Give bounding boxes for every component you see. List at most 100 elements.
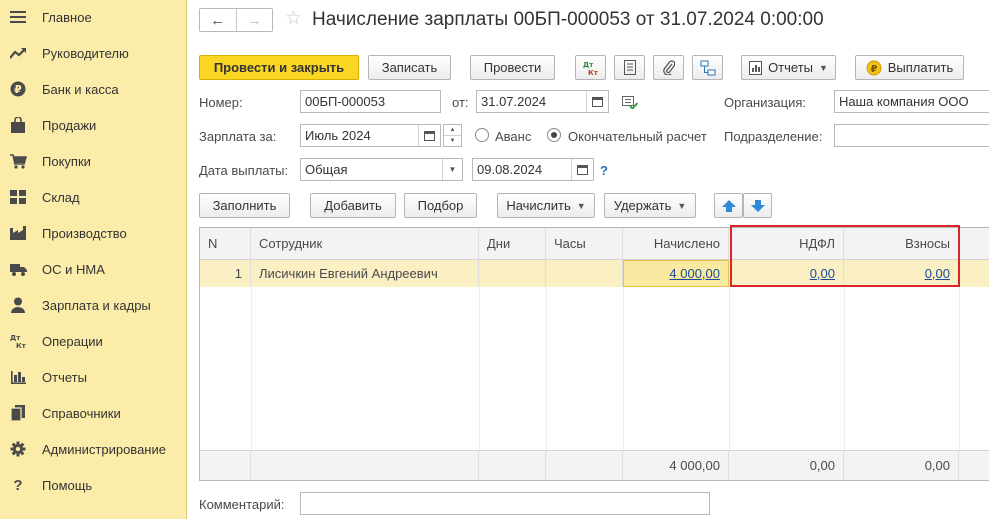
sidebar-item-main[interactable]: Главное xyxy=(0,0,187,35)
sidebar-item-reports[interactable]: Отчеты xyxy=(0,359,187,395)
sidebar-item-production[interactable]: Производство xyxy=(0,215,187,251)
bar-chart-icon xyxy=(9,368,27,386)
column-header-n[interactable]: N xyxy=(200,228,251,259)
sidebar-item-salary[interactable]: Зарплата и кадры xyxy=(0,287,187,323)
organization-label: Организация: xyxy=(724,95,807,110)
total-ndfl: 0,00 xyxy=(729,451,844,480)
column-divider xyxy=(844,287,845,450)
sidebar-item-label: Администрирование xyxy=(42,441,166,457)
sidebar-item-label: Операции xyxy=(42,333,103,349)
sidebar-item-warehouse[interactable]: Склад xyxy=(0,179,187,215)
sidebar-item-manager[interactable]: Руководителю xyxy=(0,35,187,71)
back-button[interactable]: ← xyxy=(200,9,236,31)
organization-field[interactable]: Наша компания ООО xyxy=(834,90,989,113)
period-spinner[interactable]: ▲ ▼ xyxy=(443,124,462,147)
post-and-close-button[interactable]: Провести и закрыть xyxy=(199,55,359,80)
svg-text:Дт: Дт xyxy=(10,334,21,342)
caret-down-icon: ▼ xyxy=(819,62,828,73)
calendar-icon[interactable] xyxy=(418,125,440,146)
post-button[interactable]: Провести xyxy=(470,55,555,80)
footer-cell xyxy=(546,451,623,480)
withhold-label: Удержать xyxy=(613,198,672,213)
hours-cell[interactable] xyxy=(546,260,623,287)
sidebar-item-purchases[interactable]: Покупки xyxy=(0,143,187,179)
structure-button[interactable] xyxy=(692,55,723,80)
svg-text:Кт: Кт xyxy=(16,342,26,349)
save-button[interactable]: Записать xyxy=(368,55,451,80)
department-field[interactable] xyxy=(834,124,989,147)
number-field[interactable]: 00БП-000053 xyxy=(300,90,441,113)
add-button[interactable]: Добавить xyxy=(310,193,396,218)
sidebar-item-admin[interactable]: Администрирование xyxy=(0,431,187,467)
ruble-coin-icon: ₽ xyxy=(866,60,882,75)
warehouse-icon xyxy=(9,188,27,206)
pay-date-field[interactable]: 09.08.2024 xyxy=(472,158,594,181)
date-field[interactable]: 31.07.2024 xyxy=(476,90,609,113)
document-list-icon xyxy=(623,60,636,75)
employee-cell[interactable]: Лисичкин Евгений Андреевич xyxy=(251,260,479,287)
column-divider xyxy=(623,287,624,450)
payment-type-select[interactable]: Общая ▼ xyxy=(300,158,463,181)
page-title: Начисление зарплаты 00БП-000053 от 31.07… xyxy=(312,9,824,30)
column-header-days[interactable]: Дни xyxy=(479,228,546,259)
reports-dropdown[interactable]: Отчеты ▼ xyxy=(741,55,836,80)
history-nav: ← → xyxy=(199,8,273,32)
column-header-hours[interactable]: Часы xyxy=(546,228,623,259)
spin-down-icon[interactable]: ▼ xyxy=(444,136,461,146)
row-number: 1 xyxy=(200,260,251,287)
sidebar-item-label: Производство xyxy=(42,225,127,241)
sidebar-item-label: Руководителю xyxy=(42,45,129,61)
sidebar-item-bank[interactable]: ₽ Банк и касса xyxy=(0,71,187,107)
column-header-employee[interactable]: Сотрудник xyxy=(251,228,479,259)
sidebar-item-help[interactable]: ? Помощь xyxy=(0,467,187,503)
help-icon[interactable]: ? xyxy=(600,163,608,179)
svg-text:₽: ₽ xyxy=(14,83,22,96)
advance-label: Аванс xyxy=(495,129,532,144)
sidebar-item-catalogs[interactable]: Справочники xyxy=(0,395,187,431)
pay-date-label: Дата выплаты: xyxy=(199,163,289,178)
document-status-icon[interactable] xyxy=(622,96,638,109)
final-payment-radio[interactable] xyxy=(547,128,561,142)
withhold-dropdown[interactable]: Удержать ▼ xyxy=(604,193,696,218)
sidebar-item-label: Покупки xyxy=(42,153,91,169)
days-cell[interactable] xyxy=(479,260,546,287)
accrued-link[interactable]: 4 000,00 xyxy=(669,266,720,281)
move-up-button[interactable] xyxy=(714,193,743,218)
accrued-cell[interactable]: 4 000,00 xyxy=(623,260,729,287)
salary-period-value: Июль 2024 xyxy=(305,128,371,143)
comment-field[interactable] xyxy=(300,492,710,515)
favorite-star-icon[interactable]: ☆ xyxy=(285,8,302,30)
dt-kt-button[interactable]: Дт Кт xyxy=(575,55,606,80)
column-divider xyxy=(959,287,960,450)
question-icon: ? xyxy=(13,476,23,494)
salary-period-field[interactable]: Июль 2024 xyxy=(300,124,441,147)
fill-button[interactable]: Заполнить xyxy=(199,193,290,218)
column-divider xyxy=(251,287,252,450)
pick-button[interactable]: Подбор xyxy=(404,193,477,218)
cart-icon xyxy=(9,152,27,170)
sidebar-item-assets[interactable]: ОС и НМА xyxy=(0,251,187,287)
dt-kt-icon: ДтКт xyxy=(9,332,27,350)
column-header-accrued[interactable]: Начислено xyxy=(623,228,729,259)
spin-up-icon[interactable]: ▲ xyxy=(444,125,461,136)
column-divider xyxy=(729,287,730,450)
svg-text:Кт: Кт xyxy=(588,69,599,76)
sidebar-item-sales[interactable]: Продажи xyxy=(0,107,187,143)
advance-radio[interactable] xyxy=(475,128,489,142)
pay-date-value: 09.08.2024 xyxy=(477,162,543,177)
calendar-icon[interactable] xyxy=(586,91,608,112)
caret-down-icon: ▼ xyxy=(677,200,687,211)
accrue-dropdown[interactable]: Начислить ▼ xyxy=(497,193,595,218)
attach-button[interactable] xyxy=(653,55,684,80)
sidebar-item-label: Отчеты xyxy=(42,369,87,385)
move-down-button[interactable] xyxy=(743,193,772,218)
pay-button[interactable]: ₽ Выплатить xyxy=(855,55,964,80)
arrow-up-icon xyxy=(721,199,736,212)
sidebar-item-operations[interactable]: Дт Кт Операции xyxy=(0,323,187,359)
document-button[interactable] xyxy=(614,55,645,80)
chevron-down-icon[interactable]: ▼ xyxy=(442,159,462,180)
forward-button[interactable]: → xyxy=(235,9,273,31)
sidebar-item-label: Банк и касса xyxy=(42,81,119,97)
footer-cell xyxy=(479,451,546,480)
calendar-icon[interactable] xyxy=(571,159,593,180)
